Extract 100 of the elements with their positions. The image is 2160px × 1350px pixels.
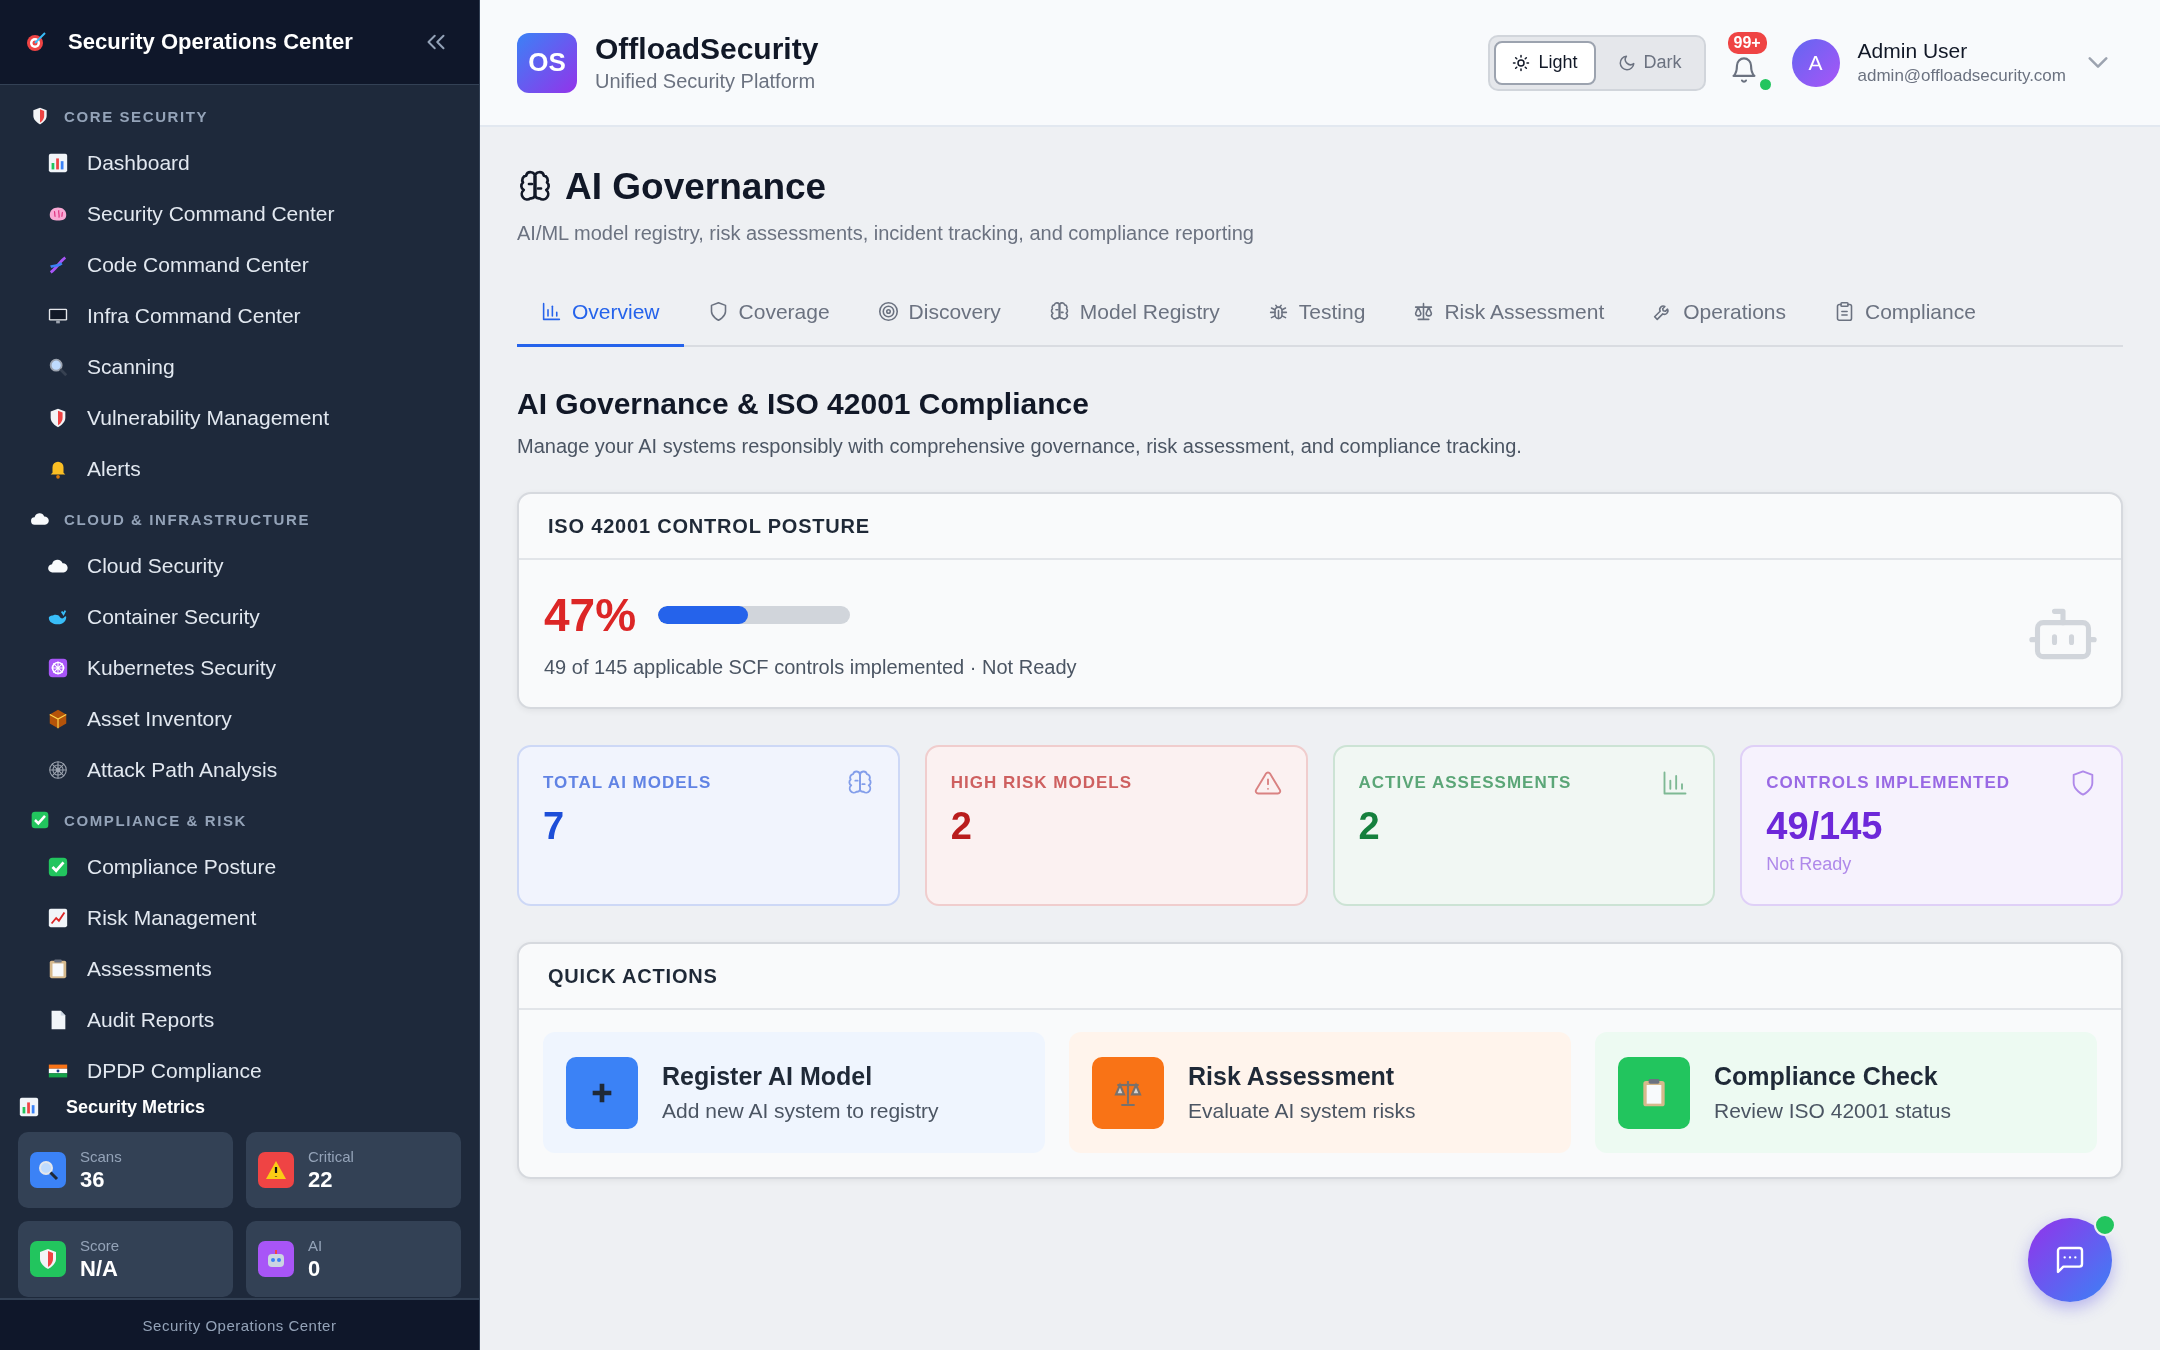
stat-label: CONTROLS IMPLEMENTED — [1766, 773, 2011, 793]
chat-icon — [2054, 1244, 2086, 1276]
section-label: CLOUD & INFRASTRUCTURE — [64, 510, 311, 528]
nav-item[interactable]: DPDP Compliance — [0, 1045, 479, 1090]
stat-label: TOTAL AI MODELS — [543, 773, 712, 793]
metric-value: 0 — [308, 1255, 322, 1282]
web-icon — [47, 758, 69, 781]
stat-label: ACTIVE ASSESSMENTS — [1358, 773, 1572, 793]
metric-value: 36 — [80, 1166, 106, 1193]
brain-icon — [1048, 301, 1070, 322]
action-description: Evaluate AI system risks — [1188, 1099, 1416, 1123]
nav-item[interactable]: Scanning — [0, 341, 479, 392]
stat-note: Not Ready — [1766, 854, 1853, 875]
tab[interactable]: Compliance — [1810, 279, 2000, 347]
status-dot — [1759, 78, 1771, 90]
nav-item[interactable]: Kubernetes Security — [0, 642, 479, 693]
moon-icon — [1617, 53, 1636, 72]
brand-name: OffloadSecurity — [595, 32, 820, 66]
tab[interactable]: Overview — [517, 279, 684, 347]
tab[interactable]: Discovery — [853, 279, 1025, 347]
card-title: QUICK ACTIONS — [548, 964, 718, 988]
sidebar-footer: Security Operations Center — [0, 1298, 479, 1350]
sidebar-title: Security Operations Center — [68, 29, 354, 55]
user-avatar: A — [1791, 38, 1840, 87]
nav-item[interactable]: Audit Reports — [0, 994, 479, 1045]
shield-icon — [30, 106, 50, 126]
check-icon — [47, 855, 69, 878]
nav-item[interactable]: Assessments — [0, 943, 479, 994]
nav-item[interactable]: Security Command Center — [0, 188, 479, 239]
quick-action-card[interactable]: Register AI Model Add new AI system to registry — [543, 1032, 1045, 1153]
nav-item[interactable]: Cloud Security — [0, 540, 479, 591]
page-subtitle: AI/ML model registry, risk assessments, incident tracking, and compliance reporting — [517, 222, 1255, 245]
nav-item[interactable]: Container Security — [0, 591, 479, 642]
quick-action-card[interactable]: Compliance Check Review ISO 42001 status — [1595, 1032, 2097, 1153]
check-icon — [30, 810, 50, 830]
action-description: Review ISO 42001 status — [1714, 1099, 1951, 1123]
nav-item[interactable]: Risk Management — [0, 892, 479, 943]
metric-label: Critical — [308, 1147, 354, 1165]
bar-chart-icon — [18, 1096, 40, 1118]
action-description: Add new AI system to registry — [662, 1099, 939, 1123]
stat-label: HIGH RISK MODELS — [950, 773, 1133, 793]
bar-chart-icon — [47, 151, 69, 174]
wheel-icon — [47, 656, 69, 679]
tab[interactable]: Coverage — [683, 279, 854, 347]
action-title: Compliance Check — [1714, 1062, 1939, 1091]
package-icon — [47, 707, 69, 730]
posture-percent: 47% — [544, 588, 637, 642]
action-title: Risk Assessment — [1188, 1062, 1396, 1091]
metric-label: Scans — [80, 1147, 122, 1165]
nav-item[interactable]: Code Command Center — [0, 239, 479, 290]
tab[interactable]: Model Registry — [1024, 279, 1244, 347]
metric-value: 22 — [308, 1166, 334, 1193]
brain-icon — [845, 769, 874, 797]
nav-item[interactable]: Compliance Posture — [0, 841, 479, 892]
section-description: Manage your AI systems responsibly with comprehensive governance, risk assessment, and compliance tracking. — [517, 435, 1523, 458]
nav-item[interactable]: Alerts — [0, 443, 479, 494]
nav-item[interactable]: Asset Inventory — [0, 693, 479, 744]
nav-item[interactable]: Dashboard — [0, 137, 479, 188]
user-email: admin@offloadsecurity.com — [1857, 66, 2066, 86]
theme-toggle[interactable]: Light — [1494, 40, 1596, 85]
chevron-down-icon — [2088, 57, 2108, 68]
target-icon — [877, 301, 899, 322]
nav-item[interactable]: Vulnerability Management — [0, 392, 479, 443]
trend-chart-icon — [47, 906, 69, 929]
stat-value: 2 — [950, 805, 973, 848]
nav-item[interactable]: Attack Path Analysis — [0, 744, 479, 795]
brand-tagline: Unified Security Platform — [595, 70, 817, 93]
quick-action-card[interactable]: Risk Assessment Evaluate AI system risks — [1069, 1032, 1571, 1153]
clipboard-icon — [1834, 301, 1855, 322]
section-label: CORE SECURITY — [64, 107, 209, 125]
notification-badge: 99+ — [1727, 31, 1767, 54]
warning-icon — [1253, 769, 1282, 797]
bar-chart-icon — [541, 301, 562, 322]
action-title: Register AI Model — [662, 1062, 874, 1091]
stat-value: 49/145 — [1766, 805, 1884, 848]
tab[interactable]: Testing — [1243, 279, 1390, 347]
metric-label: Score — [80, 1236, 120, 1254]
section-label: COMPLIANCE & RISK — [64, 811, 248, 829]
section-title: AI Governance & ISO 42001 Compliance — [517, 387, 1090, 421]
clipboard-icon — [47, 957, 69, 980]
tab[interactable]: Risk Assessment — [1389, 279, 1629, 347]
posture-summary: 49 of 145 applicable SCF controls implemented · Not Ready — [544, 656, 1078, 679]
scale-icon — [1413, 301, 1435, 322]
metrics-title: Security Metrics — [66, 1096, 206, 1118]
theme-toggle[interactable]: Dark — [1599, 40, 1700, 85]
stat-value: 7 — [543, 805, 566, 848]
nav-item[interactable]: Infra Command Center — [0, 290, 479, 341]
logo: OS — [517, 32, 577, 93]
target-icon — [24, 30, 48, 54]
stat-value: 2 — [1358, 805, 1381, 848]
card-title: ISO 42001 CONTROL POSTURE — [548, 514, 870, 538]
page-title: AI Governance — [565, 166, 827, 208]
metric-label: AI — [308, 1236, 323, 1254]
tab[interactable]: Operations — [1628, 279, 1810, 347]
sun-icon — [1512, 53, 1531, 72]
search-icon — [36, 1158, 60, 1182]
bell-icon — [1729, 55, 1758, 84]
notifications-button[interactable] — [1729, 55, 1758, 84]
user-name: Admin User — [1857, 39, 1969, 63]
metric-value: N/A — [80, 1255, 119, 1282]
